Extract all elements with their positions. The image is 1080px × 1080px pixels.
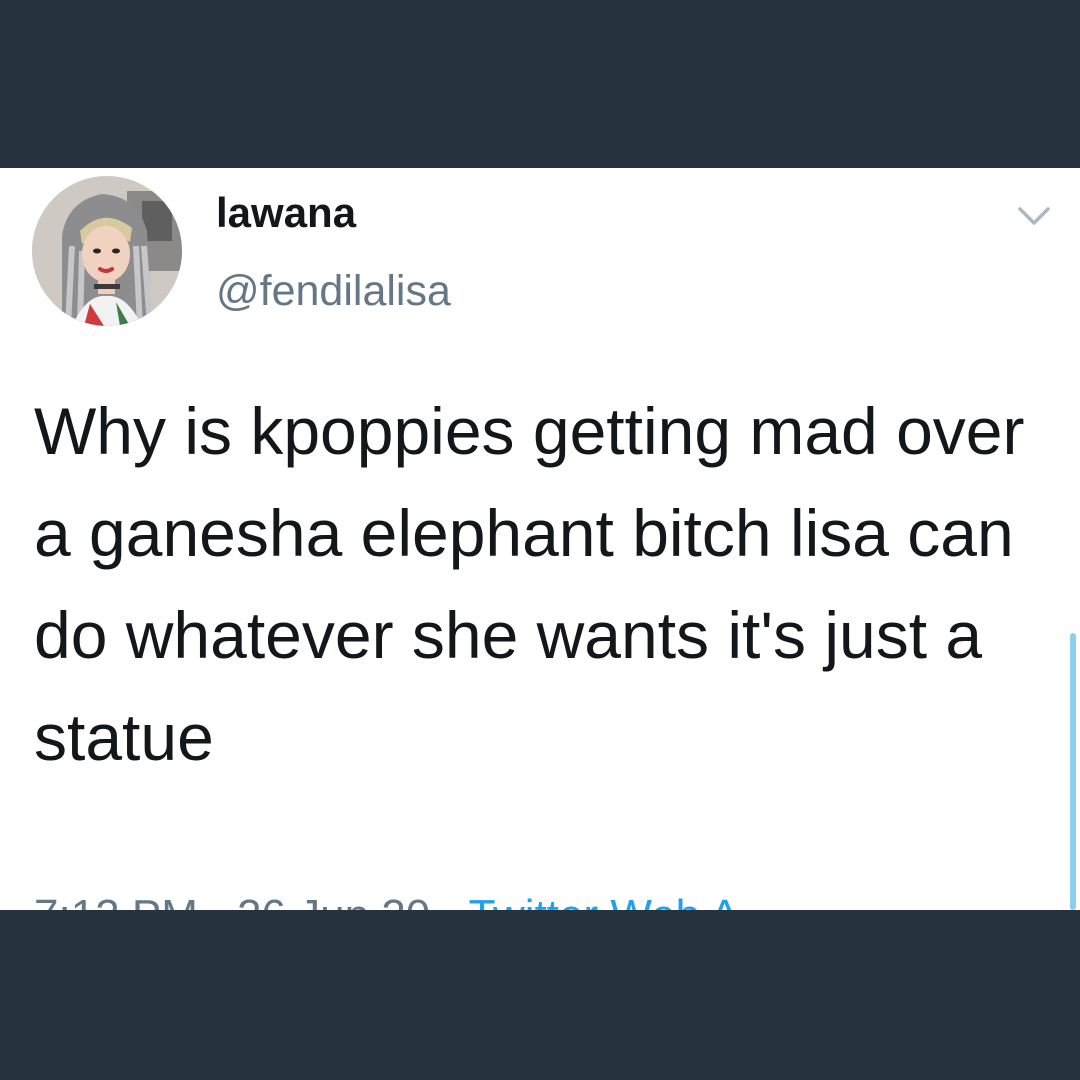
chevron-down-icon[interactable]: [1016, 204, 1052, 228]
user-handle[interactable]: @fendilalisa: [216, 270, 451, 313]
avatar[interactable]: [32, 176, 182, 326]
scroll-indicator[interactable]: [1070, 633, 1076, 910]
avatar-image: [32, 176, 182, 326]
display-name[interactable]: lawana: [216, 192, 356, 234]
tweet-meta: 7:12 PM · 26 Jun 20 · Twitter Web A: [34, 891, 740, 911]
tweet-source[interactable]: Twitter Web A: [469, 891, 740, 911]
tweet-timestamp[interactable]: 7:12 PM · 26 Jun 20: [34, 891, 430, 911]
tweet-card: lawana @fendilalisa Why is kpoppies gett…: [0, 168, 1080, 910]
bottom-dark-bar: [0, 910, 1080, 1080]
meta-separator: ·: [442, 891, 457, 911]
tweet-text: Why is kpoppies getting mad over a ganes…: [34, 394, 1025, 774]
top-dark-bar: [0, 0, 1080, 168]
